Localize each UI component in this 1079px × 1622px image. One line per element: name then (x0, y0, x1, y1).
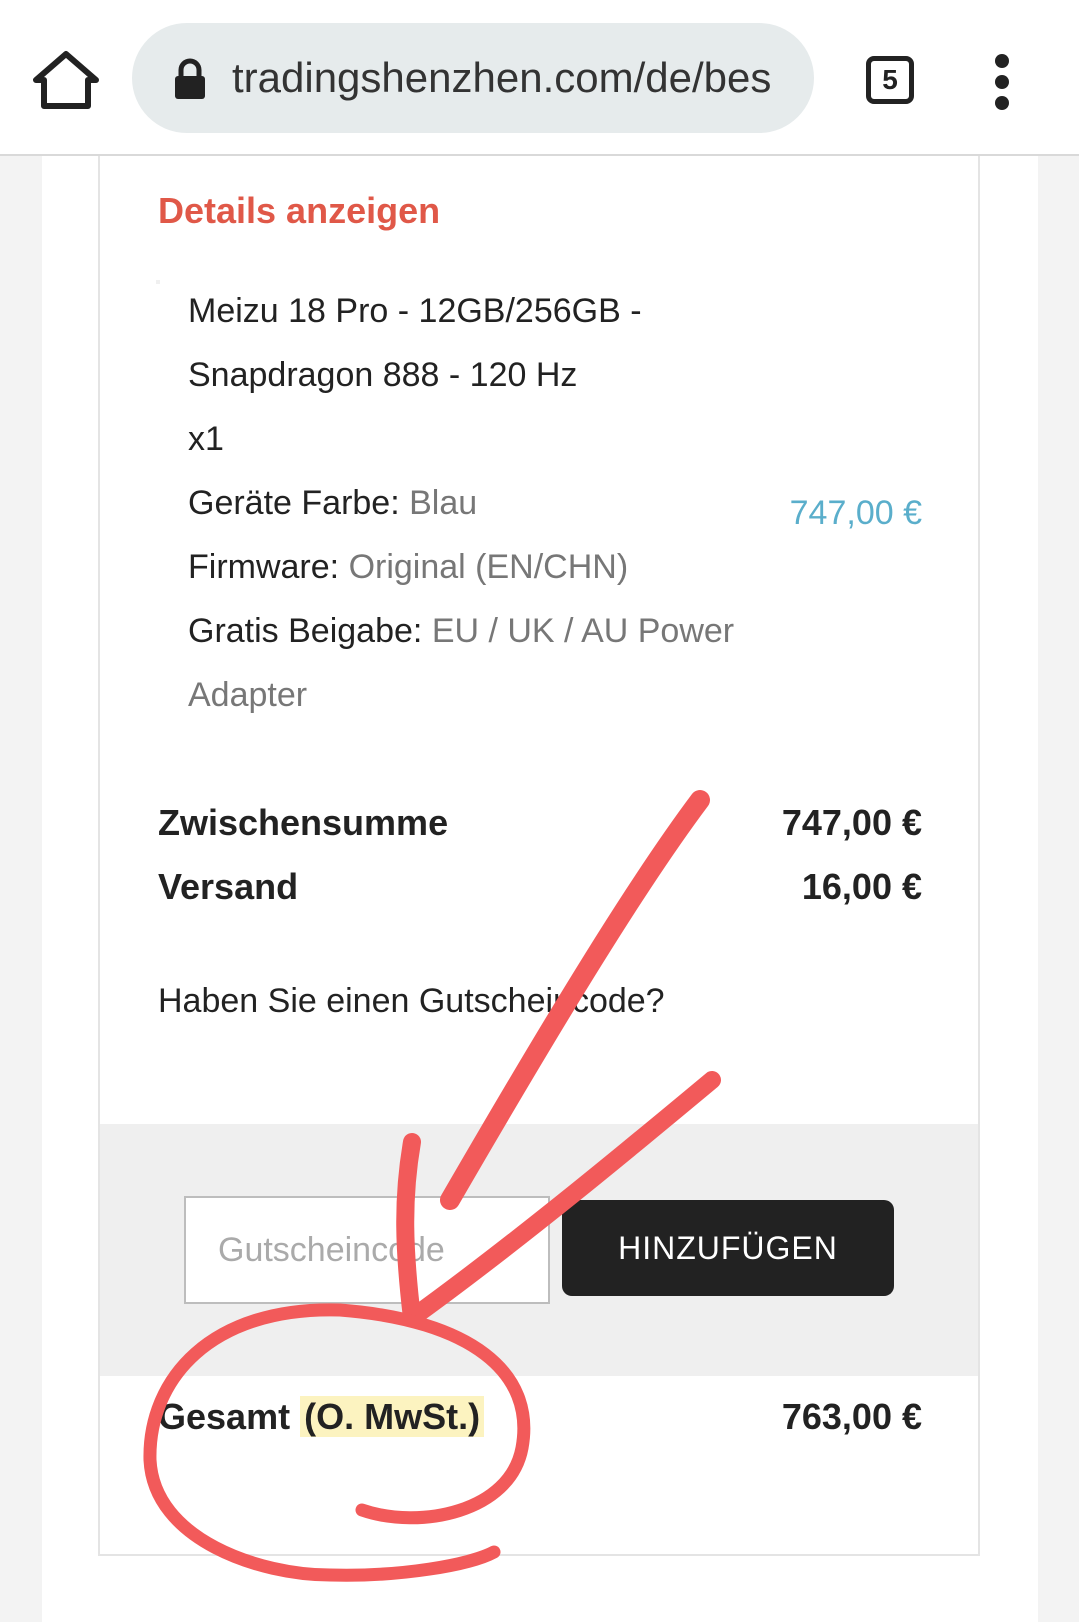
lock-icon (172, 57, 208, 101)
attribute-gift-continued: Adapter (188, 676, 307, 715)
attribute-value: Blau (409, 484, 478, 522)
order-summary-card: Details anzeigen Meizu 18 Pro - 12GB/256… (98, 156, 980, 1556)
product-thumbnail (156, 280, 160, 284)
attribute-label: Gratis Beigabe: (188, 612, 423, 650)
total-value: 763,00 € (781, 1396, 922, 1437)
browser-toolbar: tradingshenzhen.com/de/bes 5 (0, 0, 1079, 156)
shipping-label: Versand (158, 866, 299, 907)
attribute-label: Firmware: (188, 548, 340, 586)
attribute-value: Original (EN/CHN) (348, 548, 629, 586)
total-label: Gesamt (O. MwSt.) (158, 1396, 485, 1438)
attribute-label: Geräte Farbe: (188, 484, 400, 522)
product-quantity: x1 (188, 420, 224, 458)
details-link[interactable]: Details anzeigen (158, 190, 440, 232)
page-content: Details anzeigen Meizu 18 Pro - 12GB/256… (42, 156, 1038, 1622)
total-label-text: Gesamt (158, 1396, 291, 1437)
coupon-form: HINZUFÜGEN (100, 1124, 978, 1376)
attribute-value: Adapter (188, 676, 308, 714)
apply-coupon-button[interactable]: HINZUFÜGEN (562, 1200, 894, 1296)
attribute-color: Geräte Farbe: Blau (188, 484, 477, 523)
url-text: tradingshenzhen.com/de/bes (232, 54, 772, 101)
attribute-value: EU / UK / AU Power (431, 612, 735, 650)
attribute-gift: Gratis Beigabe: EU / UK / AU Power (188, 612, 734, 651)
item-price: 747,00 € (789, 494, 922, 532)
home-icon[interactable] (30, 44, 102, 116)
subtotal-value: 747,00 € (781, 802, 922, 843)
tax-note: (O. MwSt.) (300, 1396, 485, 1437)
tab-switcher-button[interactable]: 5 (866, 56, 914, 104)
subtotal-label: Zwischensumme (158, 802, 449, 843)
shipping-value: 16,00 € (801, 866, 922, 907)
attribute-firmware: Firmware: Original (EN/CHN) (188, 548, 628, 587)
product-name-line1: Meizu 18 Pro - 12GB/256GB - (188, 292, 642, 330)
address-bar[interactable]: tradingshenzhen.com/de/bes (132, 23, 814, 133)
coupon-question[interactable]: Haben Sie einen Gutscheincode? (158, 982, 665, 1021)
product-name-line2: Snapdragon 888 - 120 Hz (188, 356, 578, 394)
more-menu-icon[interactable] (982, 54, 1022, 110)
coupon-input[interactable] (184, 1196, 550, 1304)
